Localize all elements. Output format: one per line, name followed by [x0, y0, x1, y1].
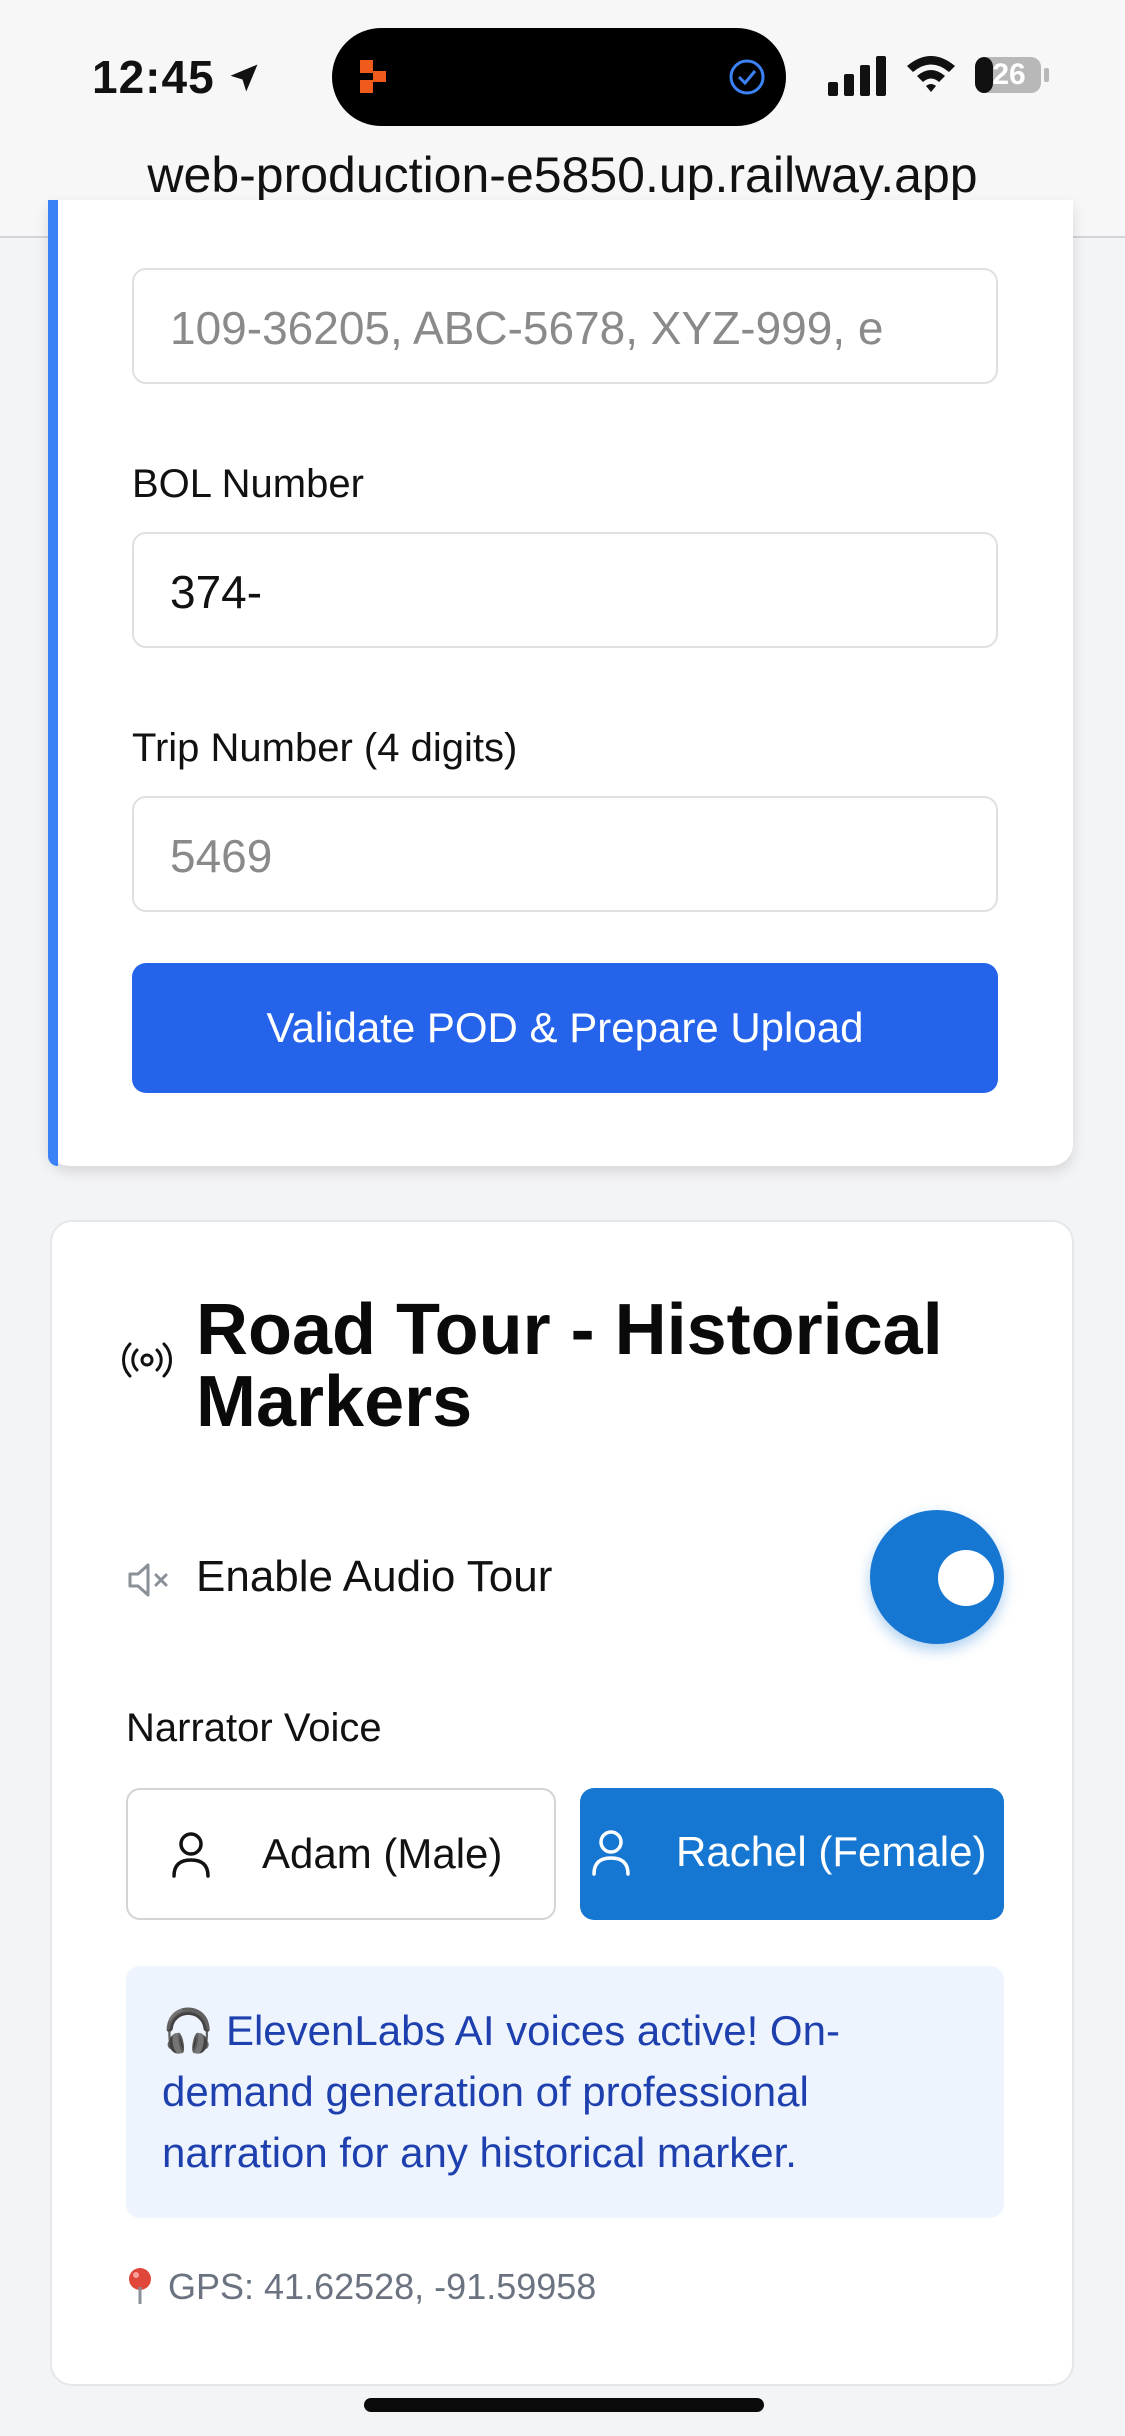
bol-number-value: 374- — [170, 566, 263, 618]
voice-rachel-button[interactable]: Rachel (Female) — [580, 1788, 1004, 1920]
toggle-knob — [938, 1550, 994, 1606]
cellular-signal-icon — [828, 56, 886, 96]
card-accent-bar — [48, 200, 58, 1166]
elevenlabs-info-box: 🎧 ElevenLabs AI voices active! On-demand… — [126, 1966, 1004, 2218]
trailer-number-placeholder: 109-36205, ABC-5678, XYZ-999, e — [170, 302, 884, 354]
location-arrow-icon — [230, 64, 258, 92]
battery-level: 26 — [992, 58, 1026, 91]
narrator-voice-label: Narrator Voice — [126, 1706, 382, 1750]
speaker-muted-icon — [128, 1563, 168, 1597]
road-tour-title: Road Tour - Historical Markers — [196, 1290, 943, 1442]
trip-number-label: Trip Number (4 digits) — [132, 726, 518, 770]
status-bar: 12:45 26 — [0, 0, 1125, 150]
app-activity-icon — [360, 60, 386, 93]
trip-number-input[interactable]: 5469 — [132, 796, 998, 912]
elevenlabs-info-text: 🎧 ElevenLabs AI voices active! On-demand… — [162, 2007, 840, 2176]
map-pin-icon — [129, 2268, 151, 2304]
gps-readout: GPS: 41.62528, -91.59958 — [126, 2266, 596, 2308]
trailer-number-input[interactable]: 109-36205, ABC-5678, XYZ-999, e — [132, 268, 998, 384]
gps-coordinates: GPS: 41.62528, -91.59958 — [168, 2266, 597, 2307]
bol-number-label: BOL Number — [132, 462, 364, 506]
enable-audio-label: Enable Audio Tour — [196, 1552, 553, 1601]
voice-adam-button[interactable]: Adam (Male) — [126, 1788, 556, 1920]
bol-number-input[interactable]: 374- — [132, 532, 998, 648]
person-icon — [172, 1832, 210, 1878]
voice-rachel-label: Rachel (Female) — [676, 1828, 987, 1875]
check-circle-icon — [729, 59, 765, 95]
audio-tour-toggle[interactable] — [870, 1510, 1004, 1644]
road-tour-card: Road Tour - Historical Markers Enable Au… — [50, 1220, 1074, 2386]
pod-form-card: 109-36205, ABC-5678, XYZ-999, e BOL Numb… — [48, 200, 1073, 1166]
status-time: 12:45 — [92, 51, 215, 103]
broadcast-icon — [122, 1342, 172, 1378]
wifi-icon — [907, 56, 955, 92]
home-indicator[interactable] — [364, 2398, 764, 2412]
voice-adam-label: Adam (Male) — [262, 1830, 503, 1877]
validate-pod-button[interactable]: Validate POD & Prepare Upload — [132, 963, 998, 1093]
dynamic-island — [332, 28, 786, 126]
person-icon — [592, 1830, 630, 1876]
trip-number-placeholder: 5469 — [170, 830, 273, 882]
url-text[interactable]: web-production-e5850.up.railway.app — [0, 150, 1125, 200]
